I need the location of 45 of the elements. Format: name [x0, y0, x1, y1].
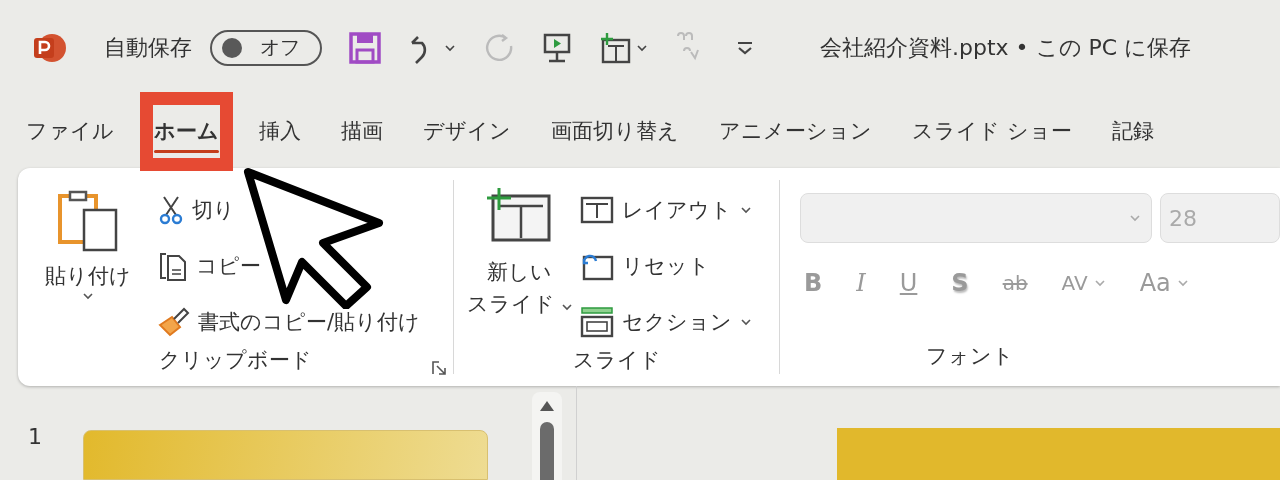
chevron-icon [82, 292, 94, 300]
scroll-up-icon[interactable] [539, 400, 555, 412]
chevron-icon [1093, 279, 1106, 287]
paintbrush-icon[interactable] [158, 307, 190, 337]
ribbon-tab[interactable]: 描画 [321, 108, 403, 155]
save-icon[interactable] [348, 30, 382, 65]
ribbon-tab[interactable]: ファイル [6, 108, 134, 155]
group-label: フォント [925, 343, 1015, 370]
cut-button[interactable]: 切り [192, 196, 235, 224]
chevron-icon [739, 206, 752, 214]
scissors-icon[interactable] [158, 195, 184, 225]
section-button[interactable]: セクション [621, 308, 732, 336]
layout-icon[interactable] [579, 196, 614, 224]
chevron-icon [444, 43, 456, 52]
dialog-launcher-icon[interactable] [431, 360, 447, 376]
new-slide-button[interactable]: 新しい スライド [466, 256, 573, 320]
autosave-toggle[interactable]: オフ [210, 29, 322, 66]
font-name-field[interactable] [800, 193, 1152, 243]
format-painter-button[interactable]: 書式のコピー/貼り付け [198, 308, 421, 336]
ribbon-tab[interactable]: デザイン [403, 108, 531, 155]
paste-button-label[interactable]: 貼り付け [45, 262, 131, 290]
section-icon[interactable] [579, 306, 614, 338]
group-label: クリップボード [158, 347, 313, 374]
reset-button[interactable]: リセット [621, 252, 710, 280]
copy-button[interactable]: コピー [196, 252, 261, 280]
document-title: 会社紹介資料.pptx • この PC に保存 [820, 33, 1192, 62]
ribbon-tab[interactable]: アニメーション [699, 108, 892, 155]
scrollbar[interactable] [532, 392, 562, 480]
ribbon-tab[interactable]: 記録 [1091, 108, 1174, 155]
slide-thumbnail[interactable] [83, 430, 488, 480]
copy-icon[interactable] [158, 250, 188, 282]
ribbon-tab[interactable]: 挿入 [239, 108, 321, 155]
group-label: スライド [571, 347, 662, 374]
new-slide-icon[interactable] [598, 30, 632, 65]
chevron-icon [1176, 279, 1189, 287]
chevron-icon [1129, 214, 1141, 222]
autosave-label: 自動保存 [104, 33, 192, 62]
chevron-icon [636, 43, 648, 52]
chevron-icon [560, 303, 573, 311]
chevron-icon [739, 318, 752, 326]
layout-button[interactable]: レイアウト [621, 196, 732, 224]
ribbon-tab[interactable]: 画面切り替え [531, 108, 699, 155]
slide-number: 1 [28, 424, 42, 449]
ribbon-tab[interactable]: ホーム [134, 108, 239, 155]
ribbon-tab[interactable]: スライド ショー [892, 108, 1092, 155]
